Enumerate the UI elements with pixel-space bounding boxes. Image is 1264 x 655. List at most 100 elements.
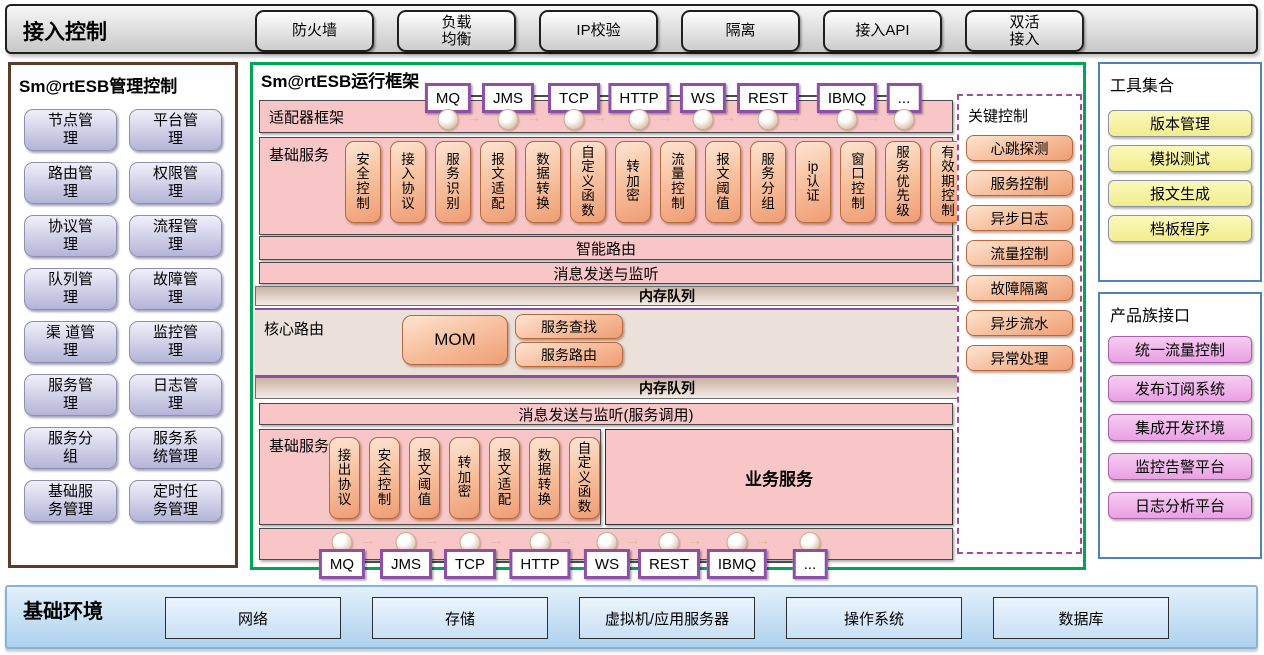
management-item: 路由管理 [24,162,117,204]
key-controls-panel: 关键控制 心跳探测服务控制异步日志流量控制故障隔离异步流水异常处理 [957,94,1082,554]
service-capability: 数据转换 [529,437,560,519]
service-capability: 服务分组 [750,141,786,223]
core-routing-section: 核心路由 MOM 服务查找 服务路由 [255,308,1079,377]
management-item: 监控管理 [129,321,222,363]
connector-dot-icon [564,109,585,130]
protocol-node: HTTP [509,549,570,579]
memory-queue-top-bar: 内存队列 [255,286,1079,306]
management-item: 故障管理 [129,268,222,310]
access-control-bar: 接入控制 防火墙负载 均衡 IP校验隔离接入API 双活 接入 [5,4,1258,54]
access-control-item: 双活 接入 [965,10,1084,52]
memory-queue-bottom-bar: 内存队列 [255,377,1079,399]
service-capability: 接入协议 [390,141,426,223]
management-item: 基础服务管理 [24,480,117,522]
protocol-node: IBMQ [707,549,767,579]
tools-panel: 工具集合 版本管理模拟测试报文生成档板程序 [1098,62,1262,282]
management-item: 节点管理 [24,109,117,151]
service-capability: 报文适配 [480,141,516,223]
base-environment-item: 数据库 [993,597,1169,639]
key-control-item: 故障隔离 [966,275,1073,301]
service-capability: 窗口控制 [840,141,876,223]
product-family-item: 发布订阅系统 [1108,375,1252,402]
basic-services-in-items: 安全控制接入协议服务识别报文适配数据转换自定义函数转加密流量控制报文阈值服务分组… [345,141,966,223]
connector-dot-icon [758,109,779,130]
management-item: 渠 道管理 [24,321,117,363]
access-control-item: 负载 均衡 [397,10,516,52]
product-family-item: 统一流量控制 [1108,336,1252,363]
access-control-title: 接入控制 [23,16,107,46]
key-control-item: 异步日志 [966,205,1073,231]
service-capability: 流量控制 [660,141,696,223]
adapter-framework-label: 适配器框架 [269,106,344,127]
access-control-buttons: 防火墙负载 均衡 IP校验隔离接入API 双活 接入 [255,10,1084,52]
protocol-node: JMS [380,549,432,579]
mom-node: MOM [402,315,508,365]
product-family-item: 集成开发环境 [1108,414,1252,441]
management-item: 服务管理 [24,374,117,416]
base-environment-item: 操作系统 [786,597,962,639]
protocol-node: ... [793,549,828,579]
tool-item: 模拟测试 [1108,145,1252,172]
access-control-item: 接入API [823,10,942,52]
product-family-panel: 产品族接口 统一流量控制发布订阅系统集成开发环境监控告警平台日志分析平台 [1098,292,1262,559]
base-environment-bar: 基础环境 网络存储虚拟机/应用服务器操作系统数据库 [5,585,1258,649]
runtime-framework-title: Sm@rtESB运行框架 [261,67,419,92]
key-control-item: 异常处理 [966,345,1073,371]
connector-dot-icon [629,109,650,130]
key-controls-title: 关键控制 [968,105,1080,126]
management-item: 服务分组 [24,427,117,469]
tool-item: 档板程序 [1108,215,1252,242]
basic-services-out-label: 基础服务 [269,435,329,456]
connector-dot-icon [894,109,915,130]
base-environment-title: 基础环境 [23,595,103,624]
management-item: 流程管理 [129,215,222,257]
service-capability: 报文适配 [489,437,520,519]
service-route-button: 服务路由 [515,342,623,367]
key-control-item: 异步流水 [966,310,1073,336]
base-environment-item: 虚拟机/应用服务器 [579,597,755,639]
management-item: 平台管理 [129,109,222,151]
service-capability: 转加密 [449,437,480,519]
management-item: 队列管理 [24,268,117,310]
smart-routing-bar: 智能路由 [259,236,953,260]
protocol-node: TCP [444,549,496,579]
product-family-item: 监控告警平台 [1108,453,1252,480]
product-family-title: 产品族接口 [1110,302,1260,326]
key-control-item: 心跳探测 [966,135,1073,161]
management-item: 日志管理 [129,374,222,416]
service-capability: 数据转换 [525,141,561,223]
access-control-item: IP校验 [539,10,658,52]
service-lookup-button: 服务查找 [515,314,623,339]
base-environment-item: 网络 [165,597,341,639]
base-environment-items: 网络存储虚拟机/应用服务器操作系统数据库 [165,597,1169,639]
service-capability: 报文阈值 [705,141,741,223]
tools-title: 工具集合 [1110,72,1260,96]
access-control-item: 防火墙 [255,10,374,52]
management-panel-title: Sm@rtESB管理控制 [19,72,235,97]
key-control-item: 流量控制 [966,240,1073,266]
management-item: 协议管理 [24,215,117,257]
product-family-item: 日志分析平台 [1108,492,1252,519]
connector-dot-icon [693,109,714,130]
basic-services-out-items: 接出协议安全控制报文阈值转加密报文适配数据转换自定义函数 [329,437,600,519]
message-dispatch-bar: 消息发送与监听 [259,262,953,284]
basic-services-in-label: 基础服务 [269,144,329,165]
service-capability: 服务识别 [435,141,471,223]
management-item: 定时任务管理 [129,480,222,522]
connector-dot-icon [438,109,459,130]
tool-item: 报文生成 [1108,180,1252,207]
access-control-item: 隔离 [681,10,800,52]
business-services-box: 业务服务 [605,429,953,525]
connector-dot-icon [837,109,858,130]
key-control-item: 服务控制 [966,170,1073,196]
service-capability: 接出协议 [329,437,360,519]
product-family-items: 统一流量控制发布订阅系统集成开发环境监控告警平台日志分析平台 [1100,336,1260,519]
service-capability: 报文阈值 [409,437,440,519]
management-item: 权限管理 [129,162,222,204]
protocol-node: MQ [319,549,365,579]
core-routing-label: 核心路由 [264,318,324,339]
base-environment-item: 存储 [372,597,548,639]
service-capability: ip认证 [795,141,831,223]
connector-dot-icon [498,109,519,130]
protocol-node: WS [584,549,630,579]
